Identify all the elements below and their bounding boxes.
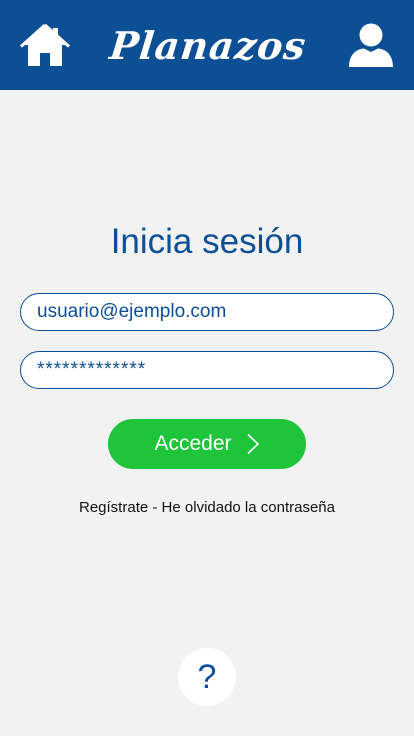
question-mark-icon: ?: [197, 657, 217, 696]
forgot-password-link[interactable]: He olvidado la contraseña: [162, 499, 335, 516]
app-logo: Planazos: [107, 22, 309, 68]
home-icon: [20, 23, 70, 66]
register-link[interactable]: Regístrate: [79, 499, 148, 516]
login-button-label: Acceder: [154, 432, 232, 455]
profile-button[interactable]: [346, 22, 396, 68]
email-field[interactable]: [20, 293, 394, 331]
chevron-right-icon: [246, 433, 259, 455]
user-icon: [348, 23, 393, 67]
account-links: Regístrate - He olvidado la contraseña: [0, 499, 414, 516]
login-title: Inicia sesión: [110, 222, 304, 261]
login-button[interactable]: Acceder: [108, 419, 306, 469]
top-bar: Planazos: [0, 0, 414, 90]
home-button[interactable]: [20, 22, 70, 68]
help-button[interactable]: ?: [178, 648, 236, 706]
password-field[interactable]: [20, 351, 394, 389]
app-screen: Planazos Inicia sesión Acceder Regístrat…: [0, 0, 414, 736]
links-separator: -: [148, 499, 162, 516]
